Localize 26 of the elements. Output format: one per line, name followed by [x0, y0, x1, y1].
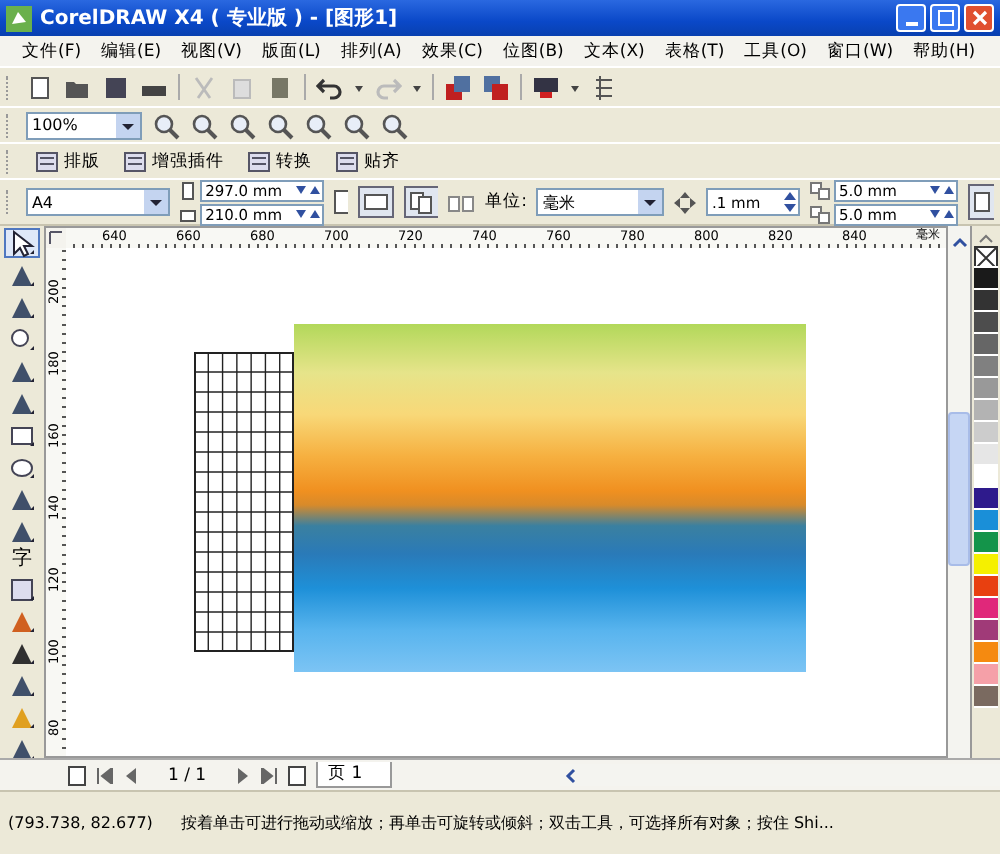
plugin-button[interactable]: 转换	[244, 149, 316, 173]
menu-item[interactable]: 排列(A)	[330, 39, 412, 63]
menu-item[interactable]: 帮助(H)	[903, 39, 986, 63]
page-count: 1 / 1	[166, 765, 209, 785]
window-title: CorelDRAW X4 ( 专业版 ) - [图形1]	[40, 5, 398, 32]
menu-item[interactable]: 工具(O)	[734, 39, 817, 63]
text-tool[interactable]: 字	[4, 548, 40, 572]
unit-label: 单位:	[485, 190, 527, 214]
status-message: 按着单击可进行拖动或缩放；再单击可旋转或倾斜；双击工具，可选择所有对象；按住 Shi...	[180, 812, 834, 834]
menu-item[interactable]: 文本(X)	[573, 39, 655, 63]
menu-item[interactable]: 视图(V)	[171, 39, 252, 63]
zoom-dropdown[interactable]: 100%	[26, 111, 142, 139]
plugin-button[interactable]: 贴齐	[332, 149, 404, 173]
plugin-button[interactable]: 排版	[32, 149, 104, 173]
unit-dropdown[interactable]: 毫米	[536, 188, 665, 216]
page-tab[interactable]: 页 1	[316, 762, 393, 788]
menu-item[interactable]: 版面(L)	[252, 39, 331, 63]
menu-item[interactable]: 文件(F)	[12, 39, 92, 63]
menu-item[interactable]: 效果(C)	[411, 39, 493, 63]
menu-item[interactable]: 编辑(E)	[91, 39, 172, 63]
plugin-button[interactable]: 增强插件	[120, 149, 228, 173]
menu-item[interactable]: 窗口(W)	[817, 39, 904, 63]
paper-size-dropdown[interactable]: A4	[25, 188, 170, 216]
menu-item[interactable]: 表格(T)	[654, 39, 735, 63]
cursor-coordinates: (793.738, 82.677)	[8, 814, 153, 832]
menu-item[interactable]: 位图(B)	[492, 39, 574, 63]
